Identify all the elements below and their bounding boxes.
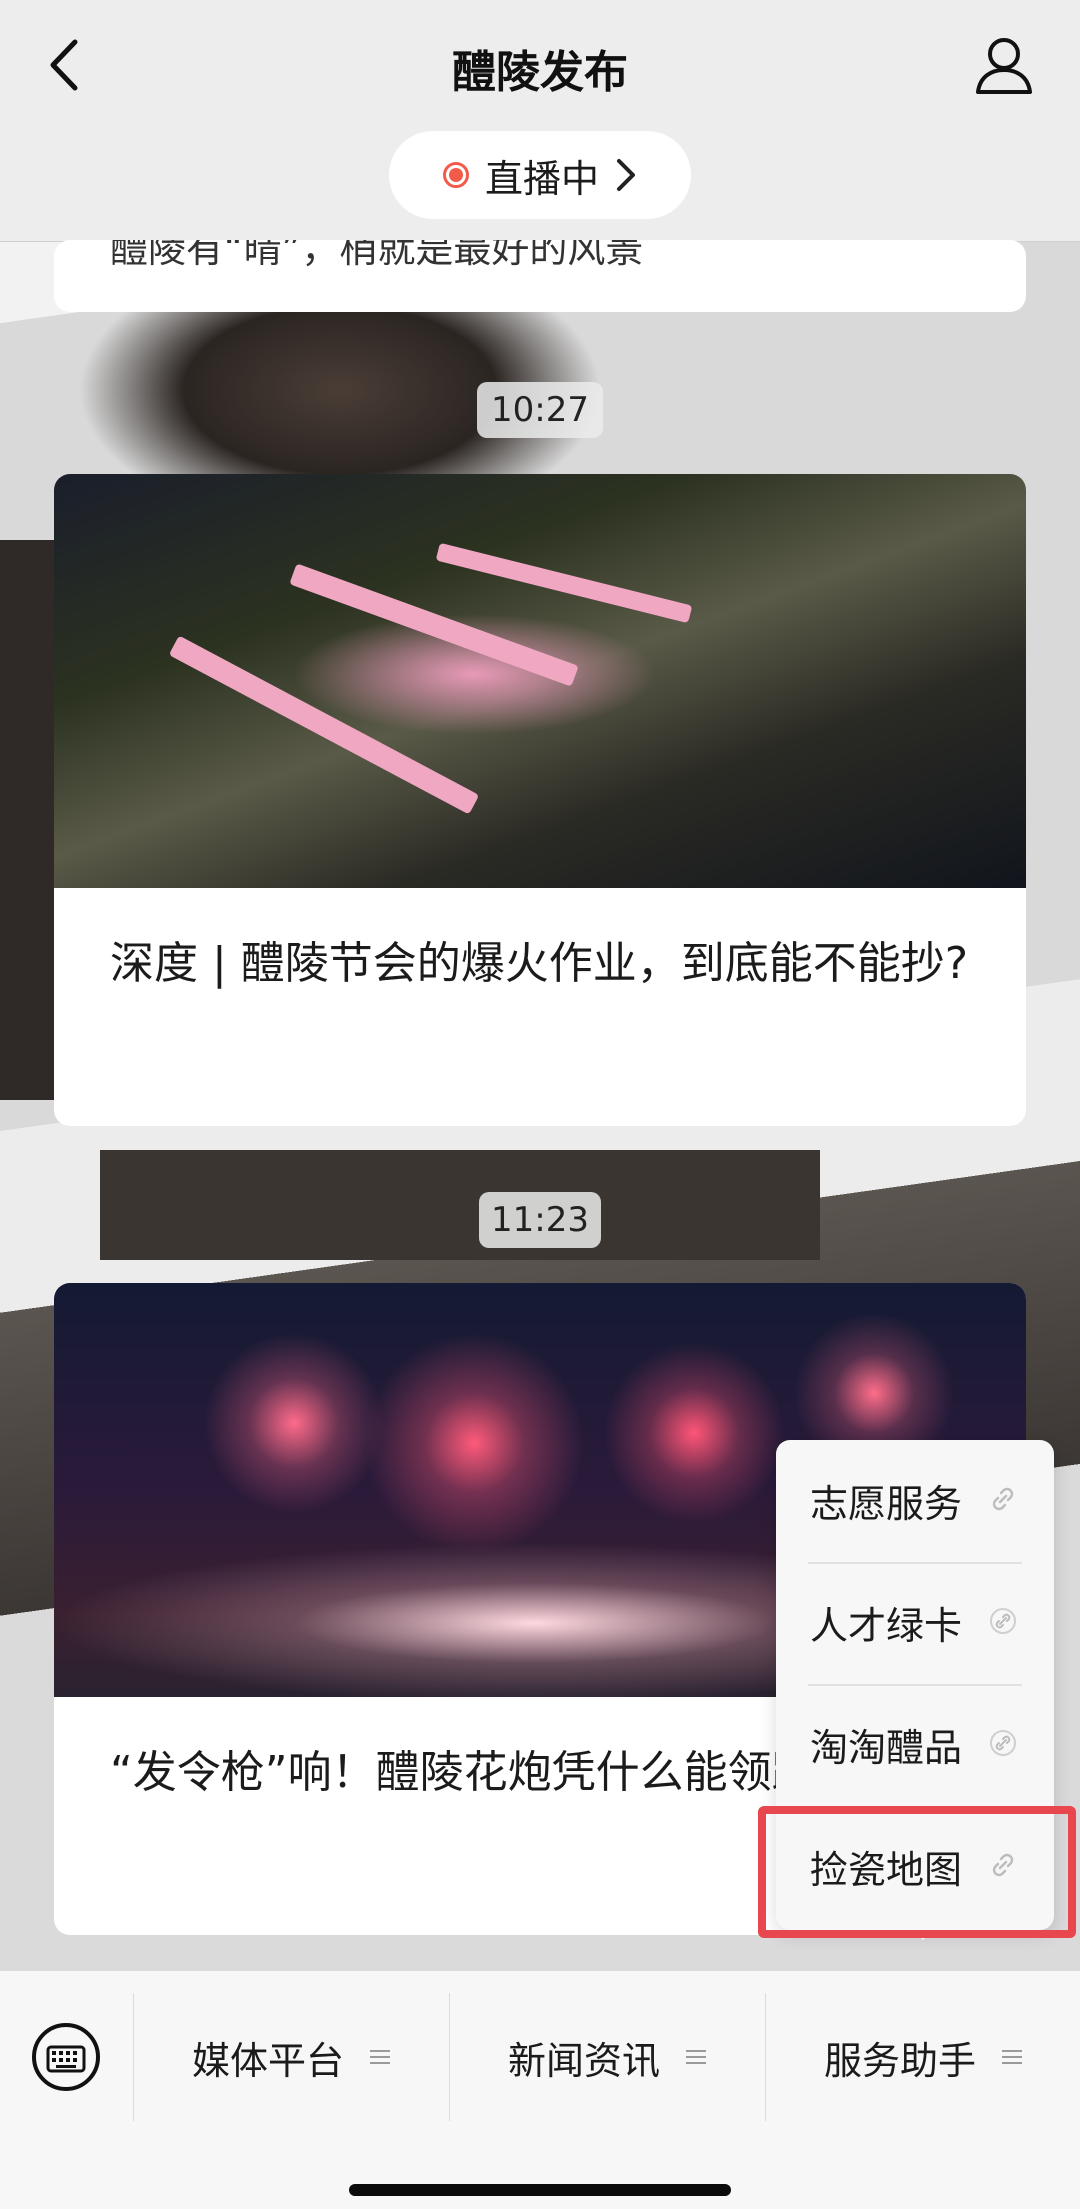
menu-item-shop[interactable]: 淘淘醴品 [776,1684,1054,1804]
link-icon [992,1487,1014,1511]
page-title: 醴陵发布 [452,47,628,98]
tab-label: 新闻资讯 [507,2038,660,2083]
tab-label: 服务助手 [823,2038,976,2083]
article-card[interactable]: 深度 | 醴陵节会的爆火作业，到底能不能抄? [54,474,1026,1126]
live-dot-icon [442,162,469,188]
menu-item-label: 志愿服务 [810,1481,963,1526]
top-bar: 醴陵发布 直播中 [0,0,1080,242]
live-button[interactable]: 直播中 [389,131,691,219]
wallpaper-shape [0,540,60,1100]
menu-lines-icon [686,2050,706,2064]
chevron-right-icon [617,159,635,191]
home-indicator [349,2184,731,2196]
bottom-menu-bar: 媒体平台 新闻资讯 服务助手 [0,1970,1080,2209]
keyboard-toggle-button[interactable] [30,2021,102,2093]
menu-item-talent-card[interactable]: 人才绿卡 [776,1562,1054,1682]
image-detail [168,635,480,815]
link-icon [990,1730,1016,1756]
tab-service-assistant[interactable]: 服务助手 [766,1993,1080,2121]
message-timestamp: 11:23 [479,1192,601,1248]
keyboard-icon [32,2023,100,2091]
highlight-annotation [758,1806,1076,1938]
wallpaper-shape [100,1150,820,1260]
article-title-partial: 醴陵有“晴”，梢就是最好的风景 [110,240,644,271]
tab-news[interactable]: 新闻资讯 [450,1993,764,2121]
article-cover-image [54,474,1026,888]
message-timestamp: 10:27 [477,382,603,438]
menu-lines-icon [370,2050,390,2064]
menu-lines-icon [1002,2050,1022,2064]
profile-button[interactable] [972,34,1036,98]
article-title: 深度 | 醴陵节会的爆火作业，到底能不能抄? [110,938,969,989]
menu-item-volunteer[interactable]: 志愿服务 [776,1440,1054,1560]
image-detail [435,542,693,624]
tab-media-platform[interactable]: 媒体平台 [134,1993,448,2121]
person-icon [976,38,1032,94]
article-card-partial[interactable]: 醴陵有“晴”，梢就是最好的风景 [54,240,1026,312]
tab-label: 媒体平台 [191,2038,344,2083]
menu-item-label: 淘淘醴品 [810,1725,963,1770]
menu-item-label: 人才绿卡 [810,1603,963,1648]
link-icon [990,1608,1016,1634]
live-label: 直播中 [484,156,599,201]
